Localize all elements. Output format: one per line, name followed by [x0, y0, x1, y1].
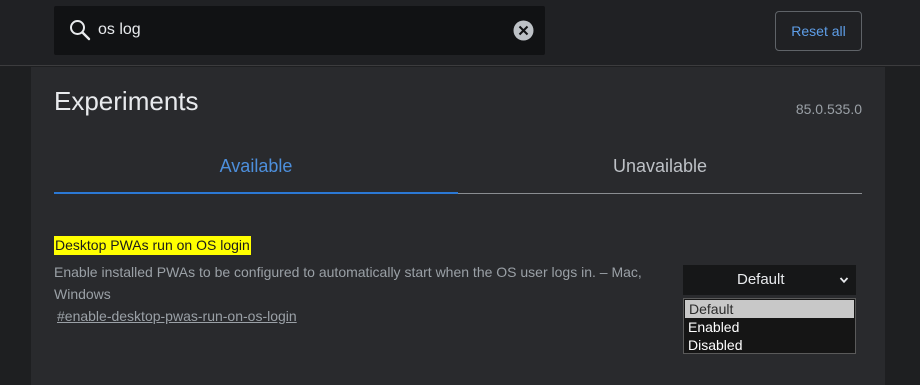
select-value: Default: [737, 271, 785, 288]
option-disabled[interactable]: Disabled: [684, 336, 855, 354]
active-tab-indicator: [54, 192, 458, 194]
select-dropdown: Default Enabled Disabled: [683, 298, 856, 354]
page-title: Experiments: [54, 86, 199, 116]
chevron-down-icon: [839, 277, 849, 284]
version-label: 85.0.535.0: [795, 101, 862, 117]
header-bar: Reset all: [0, 0, 920, 66]
option-enabled[interactable]: Enabled: [684, 318, 855, 336]
experiment-permalink[interactable]: #enable-desktop-pwas-run-on-os-login: [57, 307, 297, 325]
tab-available[interactable]: Available: [54, 155, 458, 177]
search-box[interactable]: [54, 6, 545, 55]
option-default[interactable]: Default: [685, 300, 854, 318]
clear-icon[interactable]: [513, 20, 534, 41]
experiment-state-select[interactable]: Default: [683, 265, 856, 295]
search-icon: [70, 20, 91, 41]
experiment-description: Enable installed PWAs to be configured t…: [54, 264, 642, 302]
reset-all-button[interactable]: Reset all: [775, 11, 862, 51]
search-input[interactable]: [98, 18, 498, 42]
tab-unavailable[interactable]: Unavailable: [458, 155, 862, 177]
experiment-title: Desktop PWAs run on OS login: [54, 236, 251, 255]
